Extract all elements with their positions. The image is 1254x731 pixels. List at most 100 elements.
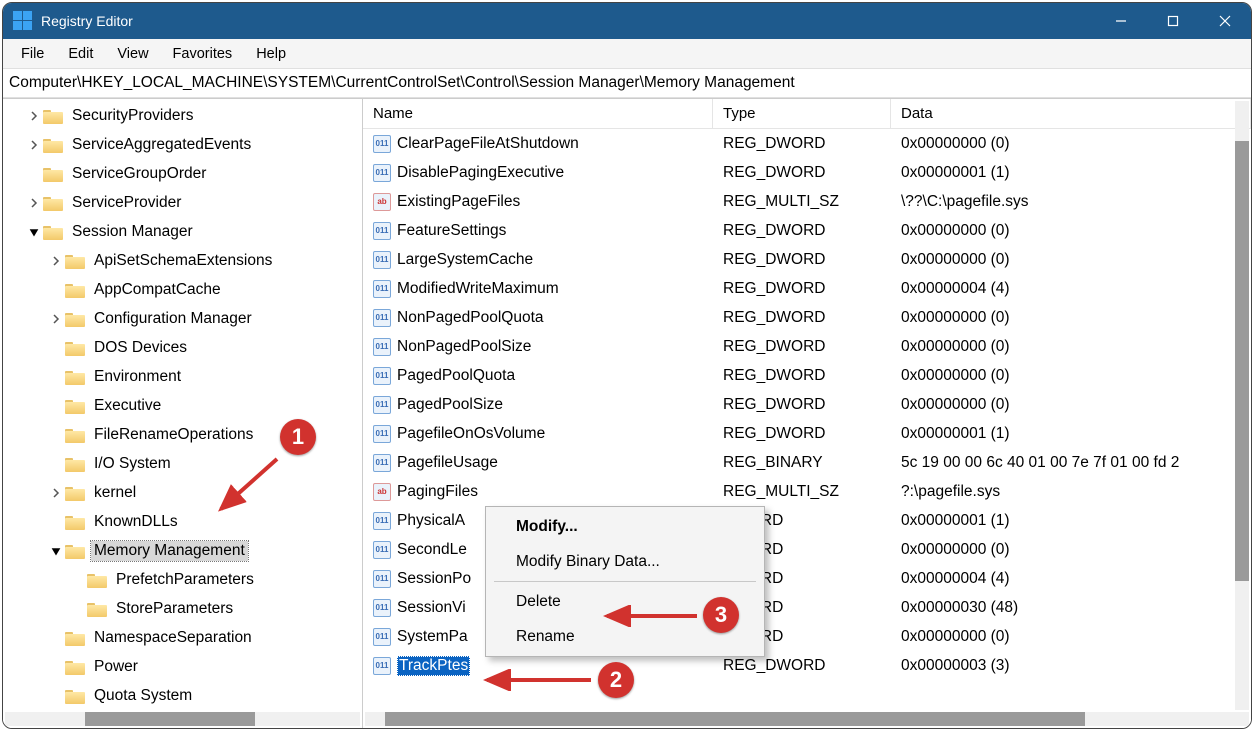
value-type: REG_DWORD: [713, 425, 891, 443]
value-data: 0x00000000 (0): [891, 367, 1251, 385]
value-name: PagefileUsage: [397, 454, 498, 472]
value-row[interactable]: 011PagedPoolSizeREG_DWORD0x00000000 (0): [363, 390, 1251, 419]
menu-favorites[interactable]: Favorites: [161, 42, 245, 66]
maximize-button[interactable]: [1147, 3, 1199, 39]
tree-item[interactable]: PrefetchParameters: [3, 565, 362, 594]
folder-icon: [65, 427, 85, 443]
tree-list[interactable]: SecurityProviders ServiceAggregatedEvents…: [3, 101, 362, 712]
chevron-down-icon[interactable]: [25, 227, 43, 237]
binary-value-icon: 011: [373, 251, 391, 269]
value-row[interactable]: 011FeatureSettingsREG_DWORD0x00000000 (0…: [363, 216, 1251, 245]
tree-item[interactable]: ServiceProvider: [3, 188, 362, 217]
header-type[interactable]: Type: [713, 99, 891, 128]
tree-item-label: Environment: [91, 367, 184, 387]
chevron-right-icon[interactable]: [25, 140, 43, 150]
menu-edit[interactable]: Edit: [56, 42, 105, 66]
tree-item-label: AppCompatCache: [91, 280, 224, 300]
chevron-down-icon[interactable]: [47, 546, 65, 556]
value-row[interactable]: 011LargeSystemCacheREG_DWORD0x00000000 (…: [363, 245, 1251, 274]
folder-icon: [65, 340, 85, 356]
list-vertical-scrollbar[interactable]: [1235, 101, 1249, 710]
chevron-right-icon[interactable]: [25, 198, 43, 208]
annotation-arrow-3: [601, 605, 701, 627]
value-row[interactable]: 011PagedPoolQuotaREG_DWORD0x00000000 (0): [363, 361, 1251, 390]
value-name: NonPagedPoolQuota: [397, 309, 544, 327]
value-name: SecondLe: [397, 541, 467, 559]
binary-value-icon: 011: [373, 367, 391, 385]
context-menu: Modify... Modify Binary Data... Delete R…: [485, 506, 765, 657]
binary-value-icon: 011: [373, 570, 391, 588]
tree-item[interactable]: StoreParameters: [3, 594, 362, 623]
binary-value-icon: 011: [373, 512, 391, 530]
tree-item[interactable]: ServiceGroupOrder: [3, 159, 362, 188]
value-name: TrackPtes: [397, 656, 470, 676]
value-row[interactable]: abPagingFilesREG_MULTI_SZ?:\pagefile.sys: [363, 477, 1251, 506]
chevron-right-icon[interactable]: [47, 314, 65, 324]
tree-item[interactable]: NamespaceSeparation: [3, 623, 362, 652]
tree-item[interactable]: Power: [3, 652, 362, 681]
value-data: 0x00000001 (1): [891, 164, 1251, 182]
binary-value-icon: 011: [373, 425, 391, 443]
tree-item[interactable]: SecurityProviders: [3, 101, 362, 130]
value-type: REG_DWORD: [713, 222, 891, 240]
value-name: FeatureSettings: [397, 222, 506, 240]
tree-item[interactable]: KnownDLLs: [3, 507, 362, 536]
tree-item[interactable]: Executive: [3, 391, 362, 420]
list-horizontal-scrollbar[interactable]: [365, 712, 1249, 726]
address-bar[interactable]: Computer\HKEY_LOCAL_MACHINE\SYSTEM\Curre…: [3, 69, 1251, 98]
value-row[interactable]: 011ClearPageFileAtShutdownREG_DWORD0x000…: [363, 129, 1251, 158]
value-type: REG_DWORD: [713, 338, 891, 356]
minimize-button[interactable]: [1095, 3, 1147, 39]
menu-view[interactable]: View: [105, 42, 160, 66]
menu-file[interactable]: File: [9, 42, 56, 66]
tree-item[interactable]: ServiceAggregatedEvents: [3, 130, 362, 159]
tree-item[interactable]: kernel: [3, 478, 362, 507]
folder-icon: [43, 224, 63, 240]
tree-item[interactable]: Memory Management: [3, 536, 362, 565]
header-data[interactable]: Data: [891, 99, 1251, 128]
folder-icon: [65, 456, 85, 472]
context-modify-binary[interactable]: Modify Binary Data...: [488, 544, 762, 579]
window-frame: Registry Editor File Edit View Favorites…: [2, 2, 1252, 729]
header-name[interactable]: Name: [363, 99, 713, 128]
chevron-right-icon[interactable]: [47, 488, 65, 498]
value-row[interactable]: 011ModifiedWriteMaximumREG_DWORD0x000000…: [363, 274, 1251, 303]
value-data: 0x00000001 (1): [891, 425, 1251, 443]
value-name: ExistingPageFiles: [397, 193, 520, 211]
tree-item[interactable]: Session Manager: [3, 217, 362, 246]
binary-value-icon: 011: [373, 164, 391, 182]
string-value-icon: ab: [373, 483, 391, 501]
binary-value-icon: 011: [373, 541, 391, 559]
address-text: Computer\HKEY_LOCAL_MACHINE\SYSTEM\Curre…: [9, 74, 795, 92]
value-name: ModifiedWriteMaximum: [397, 280, 559, 298]
chevron-right-icon[interactable]: [47, 256, 65, 266]
context-modify[interactable]: Modify...: [488, 509, 762, 544]
tree-horizontal-scrollbar[interactable]: [5, 712, 360, 726]
tree-item[interactable]: AppCompatCache: [3, 275, 362, 304]
value-name: SessionVi: [397, 599, 466, 617]
tree-item-label: DOS Devices: [91, 338, 190, 358]
value-row[interactable]: 011PagefileOnOsVolumeREG_DWORD0x00000001…: [363, 419, 1251, 448]
string-value-icon: ab: [373, 193, 391, 211]
folder-icon: [43, 195, 63, 211]
folder-icon: [65, 485, 85, 501]
tree-item[interactable]: I/O System: [3, 449, 362, 478]
tree-item[interactable]: ApiSetSchemaExtensions: [3, 246, 362, 275]
value-row[interactable]: 011NonPagedPoolSizeREG_DWORD0x00000000 (…: [363, 332, 1251, 361]
value-data: ?:\pagefile.sys: [891, 483, 1251, 501]
chevron-right-icon[interactable]: [25, 111, 43, 121]
value-row[interactable]: 011PagefileUsageREG_BINARY5c 19 00 00 6c…: [363, 448, 1251, 477]
tree-item[interactable]: Environment: [3, 362, 362, 391]
title-bar[interactable]: Registry Editor: [3, 3, 1251, 39]
close-button[interactable]: [1199, 3, 1251, 39]
value-row[interactable]: abExistingPageFilesREG_MULTI_SZ\??\C:\pa…: [363, 187, 1251, 216]
binary-value-icon: 011: [373, 135, 391, 153]
tree-item[interactable]: DOS Devices: [3, 333, 362, 362]
value-type: REG_MULTI_SZ: [713, 193, 891, 211]
tree-item[interactable]: Configuration Manager: [3, 304, 362, 333]
value-row[interactable]: 011DisablePagingExecutiveREG_DWORD0x0000…: [363, 158, 1251, 187]
tree-item[interactable]: Quota System: [3, 681, 362, 710]
value-row[interactable]: 011NonPagedPoolQuotaREG_DWORD0x00000000 …: [363, 303, 1251, 332]
menu-help[interactable]: Help: [244, 42, 298, 66]
tree-item-label: SecurityProviders: [69, 106, 196, 126]
